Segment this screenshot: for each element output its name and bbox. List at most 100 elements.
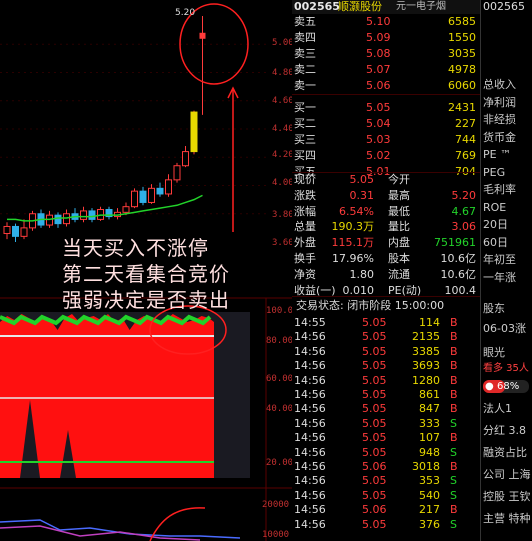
side-item[interactable]: 总收入 <box>483 78 516 92</box>
side-item[interactable]: 60日 <box>483 236 508 250</box>
stats-value: 3.06 <box>451 220 477 234</box>
tick-price: 5.05 <box>362 373 387 387</box>
tick-time: 14:56 <box>294 474 326 488</box>
stats-row: 涨幅 6.54% 最低 4.67 <box>292 204 480 220</box>
volume-line <box>0 519 241 539</box>
tick-time: 14:56 <box>294 416 326 430</box>
tick-side: B <box>450 344 458 358</box>
side-item[interactable]: 看多 35人 <box>483 362 529 376</box>
tick-price: 5.05 <box>362 344 387 358</box>
tick-time: 14:56 <box>294 431 326 445</box>
k-line-chart-panel[interactable]: 5.20 5.00 4.80 4.60 4.40 4.20 4.00 3.80 3.60 10… <box>0 0 292 541</box>
indicator-axis-label: 60.00 <box>266 374 292 384</box>
tick-price: 5.05 <box>362 488 387 502</box>
price-axis-label: 4.60 <box>272 96 292 106</box>
tick-volume: 540 <box>419 488 440 502</box>
order-book-row[interactable]: 卖二 5.07 4978 <box>292 62 480 78</box>
tick-side: B <box>450 431 458 445</box>
tick-time: 14:55 <box>294 316 326 329</box>
side-item[interactable]: 控股 王钦 <box>483 490 531 504</box>
stats-label: 涨跌 <box>294 188 316 202</box>
volume-axis-label: 10000 <box>262 530 290 540</box>
tick-volume: 114 <box>419 316 440 329</box>
stats-label: 最低 <box>388 204 410 218</box>
order-book-row[interactable]: 买二 5.04 227 <box>292 116 480 132</box>
stats-label: 股本 <box>388 252 410 265</box>
order-book-volume: 6585 <box>448 15 476 28</box>
tick-side: B <box>450 503 458 517</box>
order-book-price: 5.03 <box>366 133 391 146</box>
side-item[interactable]: ROE <box>483 201 506 215</box>
tick-side: S <box>450 517 457 531</box>
stats-value: 5.20 <box>451 188 477 202</box>
price-axis-label: 5.00 <box>272 38 292 48</box>
tick-volume: 217 <box>419 503 440 517</box>
side-item[interactable]: 货币金 <box>483 131 516 145</box>
order-book-volume: 1550 <box>448 31 476 44</box>
trade-status: 交易状态: 闭市阶段 15:00:00 <box>292 298 480 314</box>
moving-average-line <box>7 194 203 222</box>
candle-body <box>190 111 198 153</box>
side-item[interactable]: 公司 上海 <box>483 468 531 482</box>
volume-line <box>0 525 201 541</box>
order-book-volume: 3035 <box>448 47 476 60</box>
order-book-volume: 2431 <box>448 101 476 114</box>
order-book-label: 卖四 <box>294 31 316 44</box>
tick-time: 14:56 <box>294 503 326 517</box>
tick-price: 5.05 <box>362 316 387 329</box>
price-axis-label: 3.60 <box>272 238 292 248</box>
side-item[interactable]: 主营 特种 <box>483 512 531 526</box>
order-book-row[interactable]: 买一 5.05 2431 <box>292 100 480 116</box>
stats-value: 17.96% <box>332 252 374 265</box>
tick-price: 5.06 <box>362 503 387 517</box>
order-book-label: 卖三 <box>294 47 316 60</box>
tick-time: 14:56 <box>294 460 326 473</box>
tick-row: 14:56 5.05 3385 B <box>292 345 480 359</box>
side-item[interactable]: 06-03涨 <box>483 322 526 336</box>
tick-volume: 107 <box>419 431 440 445</box>
side-item[interactable]: 一年涨 <box>483 271 516 285</box>
side-item[interactable]: 毛利率 <box>483 183 516 197</box>
order-book-row[interactable]: 买四 5.02 769 <box>292 148 480 164</box>
side-item[interactable]: 股东 <box>483 302 505 316</box>
tick-time: 14:56 <box>294 388 326 401</box>
tick-volume: 353 <box>419 474 440 488</box>
side-item[interactable]: 分红 3.8 <box>483 424 526 438</box>
side-item[interactable]: 20日 <box>483 218 508 232</box>
side-item[interactable]: PE ™ <box>483 148 511 162</box>
order-book-volume: 6060 <box>448 79 476 92</box>
candle-body <box>80 210 87 220</box>
annotation-line-2: 第二天看集合竞价 <box>62 262 230 286</box>
tick-side: B <box>450 402 458 416</box>
order-book-row[interactable]: 卖五 5.10 6585 <box>292 14 480 30</box>
stats-divider <box>292 296 480 297</box>
order-book-row[interactable]: 买三 5.03 744 <box>292 132 480 148</box>
order-book-row[interactable]: 卖一 5.06 6060 <box>292 78 480 94</box>
bull-percent-label: 68% <box>497 381 520 392</box>
side-item[interactable]: 净利润 <box>483 96 516 110</box>
side-item[interactable]: PEG <box>483 166 505 180</box>
side-item[interactable]: 融资占比 <box>483 446 527 460</box>
tick-time: 14:56 <box>294 344 326 358</box>
tick-row: 14:56 5.05 1280 B <box>292 374 480 388</box>
tick-price: 5.05 <box>362 330 387 344</box>
tick-side: S <box>450 488 457 502</box>
order-book-row[interactable]: 卖三 5.08 3035 <box>292 46 480 62</box>
quote-header: 002565 顺灏股份 元一电子烟 <box>292 0 480 14</box>
tick-volume: 2135 <box>412 330 440 344</box>
order-book-row[interactable]: 卖四 5.09 1550 <box>292 30 480 46</box>
quote-panel: 002565 顺灏股份 元一电子烟 卖五 5.10 6585 卖四 5.09 1550 卖三… <box>292 0 480 541</box>
side-item[interactable]: 法人1 <box>483 402 512 416</box>
side-item[interactable]: 眼光 <box>483 346 505 360</box>
order-book-price: 5.08 <box>366 47 391 60</box>
stats-label: 总量 <box>294 220 316 234</box>
order-book-price: 5.10 <box>366 15 391 28</box>
side-item[interactable]: 非经损 <box>483 113 516 127</box>
tick-volume: 847 <box>419 402 440 416</box>
side-item[interactable]: 年初至 <box>483 253 516 267</box>
tick-row: 14:56 5.05 333 S <box>292 417 480 431</box>
tick-price: 5.05 <box>362 445 387 459</box>
tick-price: 5.05 <box>362 431 387 445</box>
candle-body <box>165 179 172 195</box>
candle-body <box>122 206 130 213</box>
